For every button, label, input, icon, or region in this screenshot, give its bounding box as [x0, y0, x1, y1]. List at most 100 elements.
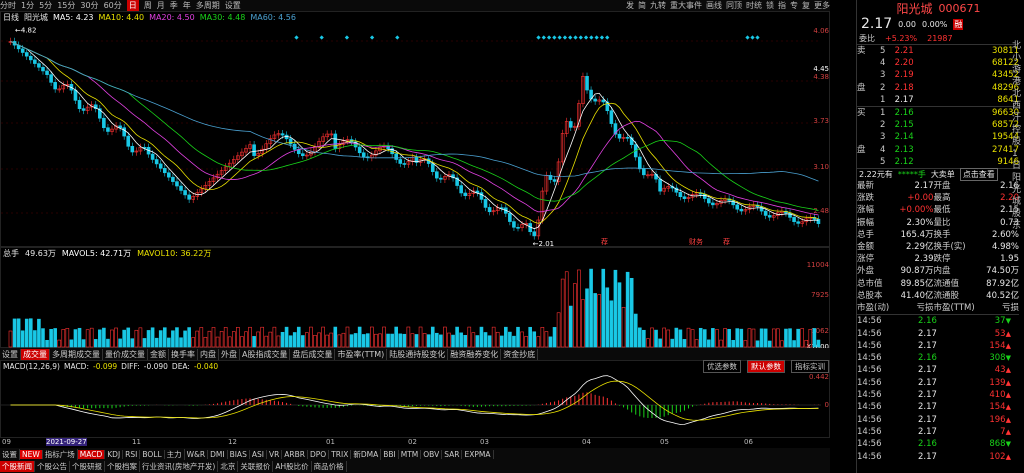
indicator-tab[interactable]: BBI [381, 449, 399, 459]
toolbar-item[interactable]: 专 [790, 0, 798, 11]
period-tab[interactable]: 15分 [57, 0, 75, 11]
indicator-tab[interactable]: RSI [123, 449, 141, 459]
period-tab[interactable]: 1分 [21, 0, 34, 11]
indicator-tab[interactable]: 融资融券变化 [448, 348, 502, 360]
period-tab[interactable]: 季 [170, 0, 178, 11]
period-tab[interactable]: 设置 [225, 0, 241, 11]
indicator-tab[interactable]: 多周期成交量 [50, 348, 103, 360]
toolbar-item[interactable]: 同顶 [726, 0, 742, 11]
stat-value: 74.50万 [986, 266, 1019, 277]
indicator-tab[interactable]: W&R [185, 449, 209, 459]
indicator-tab[interactable]: BIAS [228, 449, 250, 459]
indicator-tab[interactable]: DMI [208, 449, 228, 459]
indicator-tab[interactable]: 设置 [0, 448, 20, 460]
indicator-tab[interactable]: EXPMA [462, 449, 494, 459]
indicator-tab[interactable]: ARBR [282, 449, 308, 459]
volume-bar [191, 337, 195, 348]
indicator-tab[interactable]: OBV [421, 449, 443, 459]
info-tab[interactable]: 个股公告 [35, 461, 70, 472]
stat-row: 涨跌 +0.00 最高 2.20 [857, 192, 1019, 204]
toolbar-item[interactable]: 指 [778, 0, 786, 11]
period-tab[interactable]: 60分 [104, 0, 122, 11]
info-tab[interactable]: AH股比价 [273, 461, 312, 472]
period-tab[interactable]: 月 [157, 0, 165, 11]
info-tab[interactable]: 商品价格 [312, 461, 347, 472]
price-chart-panel[interactable]: 日线 阳光城 MA5: 4.23 MA10: 4.40 MA20: 4.50 MA30… [0, 11, 831, 248]
indicator-tab[interactable]: ASI [250, 449, 267, 459]
toolbar-item[interactable]: 画线 [706, 0, 722, 11]
view-button[interactable]: 点击查看 [959, 168, 998, 182]
indicator-tab[interactable]: 设置 [0, 348, 21, 360]
indicator-tab[interactable]: BOLL [140, 449, 165, 459]
indicator-tab[interactable]: MACD [77, 449, 106, 459]
tick-time: 14:56 [857, 365, 882, 376]
tick-volume: 868 [989, 439, 1006, 450]
indicator-tab[interactable]: 内盘 [198, 348, 219, 360]
period-tab[interactable]: 分时 [0, 0, 16, 11]
indicator-tab[interactable]: A股指成交量 [240, 348, 291, 360]
macd-chart[interactable]: 0.442 0 [1, 371, 831, 439]
toolbar-item[interactable]: 简 [638, 0, 646, 11]
indicator-tab[interactable]: VR [267, 449, 283, 459]
indicator-tab[interactable]: NEW [20, 449, 43, 459]
stat-label: 换手(实) [933, 242, 966, 253]
candle [601, 99, 606, 103]
indicator-tab[interactable]: DPO [308, 449, 330, 459]
candle [739, 208, 744, 212]
volume-bar [85, 329, 90, 348]
indicator-tab[interactable]: 资金抄底 [501, 348, 539, 360]
period-tab[interactable]: 多周期 [196, 0, 220, 11]
volume-bars[interactable]: 1100479253062X1000 [1, 259, 831, 349]
toolbar-item[interactable]: 时统 [746, 0, 762, 11]
toolbar-item[interactable]: 锁 [766, 0, 774, 11]
tick-volume: 154 [989, 340, 1006, 351]
indicator-tab[interactable]: SAR [442, 449, 463, 459]
order-book-row: 1 2.17 8641 [857, 94, 1019, 106]
indicator-tab[interactable]: MTM [399, 449, 422, 459]
stat-row: 总市值 89.85亿 流通值 87.92亿 [857, 278, 1019, 290]
indicator-tab[interactable]: 新DMA [351, 448, 382, 460]
book-price: 2.19 [894, 70, 914, 81]
indicator-tab[interactable]: 指标广场 [43, 448, 78, 460]
period-tab[interactable]: 5分 [39, 0, 52, 11]
indicator-tab[interactable]: 量价成交量 [103, 348, 148, 360]
toolbar-item[interactable]: 重大事件 [670, 0, 702, 11]
info-tab[interactable]: 个股新闻 [0, 461, 35, 472]
period-tab[interactable]: 30分 [80, 0, 98, 11]
indicator-tab[interactable]: 盘后成交量 [290, 348, 336, 360]
volume-bar [483, 332, 488, 348]
info-tab[interactable]: 个股档案 [105, 461, 140, 472]
info-tab[interactable]: 关联报价 [238, 461, 274, 472]
indicator-tab[interactable]: 金额 [148, 348, 169, 360]
indicator-tab[interactable]: 换手率 [169, 348, 198, 360]
candle [508, 213, 512, 222]
indicator-tab[interactable]: 陆股通持股变化 [387, 348, 449, 360]
diff-line [10, 375, 819, 425]
volume-bar [244, 331, 248, 348]
candle [118, 125, 122, 129]
indicator-tab[interactable]: 成交量 [21, 348, 50, 360]
indicator-tab[interactable]: 外盘 [219, 348, 240, 360]
volume-panel[interactable]: 总手 49.63万 MAVOL5: 42.71万 MAVOL10: 36.22万 … [0, 247, 831, 349]
book-side [857, 156, 880, 168]
info-tab[interactable]: 北京 [218, 461, 239, 472]
macd-panel[interactable]: MACD(12,26,9) MACD: -0.099 DIFF: -0.090 DE… [0, 359, 831, 439]
period-tab[interactable]: 日 [126, 0, 139, 11]
info-tab[interactable]: 行业资讯(房地产开发) [140, 461, 219, 472]
toolbar-item[interactable]: 发 [626, 0, 634, 11]
indicator-tab[interactable]: KDJ [105, 449, 124, 459]
side-news-char: 北 [1012, 41, 1022, 51]
toolbar-item[interactable]: 更多 [814, 0, 830, 11]
volume-bar [20, 330, 25, 348]
volume-bar [426, 334, 431, 348]
indicator-tab[interactable]: TRIX [329, 449, 352, 459]
volume-bar [325, 334, 329, 348]
period-tab[interactable]: 周 [144, 0, 152, 11]
period-tab[interactable]: 年 [183, 0, 191, 11]
toolbar-item[interactable]: 九转 [650, 0, 666, 11]
indicator-tab[interactable]: 市盈率(TTM) [335, 348, 388, 360]
candlestick-chart[interactable]: 4.064.454.383.733.102.48←4.82←2.01 荐财务荐 [1, 23, 831, 248]
indicator-tab[interactable]: 主力 [165, 448, 185, 460]
toolbar-item[interactable]: 复 [802, 0, 810, 11]
info-tab[interactable]: 个股研报 [70, 461, 105, 472]
